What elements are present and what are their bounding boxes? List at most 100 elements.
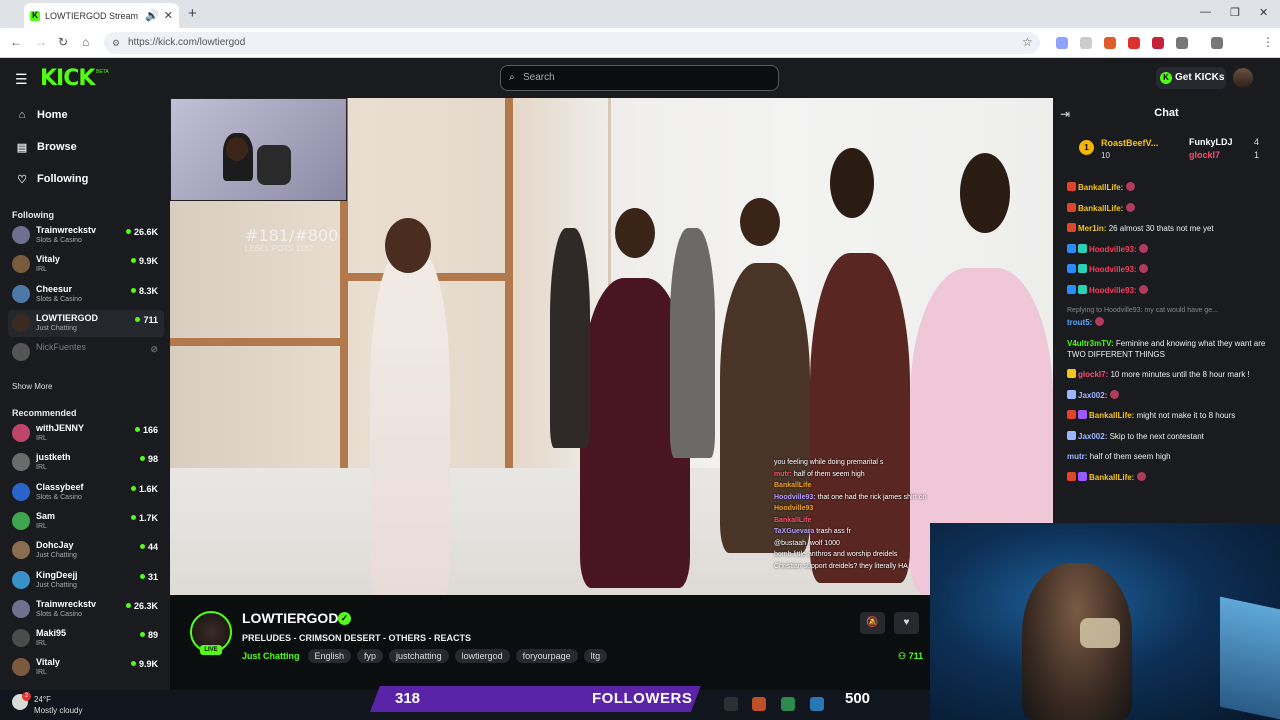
chat-username[interactable]: Hoodville93:: [1089, 286, 1137, 295]
chat-emote-icon: [1094, 317, 1104, 326]
streamer-name[interactable]: LOWTIERGOD: [242, 610, 338, 626]
chat-badge-icon: [1067, 369, 1076, 378]
speaker-icon[interactable]: 🔊: [145, 9, 159, 22]
sidebar-channel[interactable]: justketh IRL 98: [8, 449, 164, 476]
taskbar-app-icon[interactable]: [781, 697, 795, 711]
chat-message[interactable]: Jax002: Skip to the next contestant: [1067, 430, 1272, 442]
chat-username[interactable]: Hoodville93:: [1089, 245, 1137, 254]
leaderboard-user[interactable]: glockl7: [1189, 150, 1220, 160]
sidebar-nav-browse[interactable]: ▤ Browse: [16, 138, 77, 156]
sidebar-channel[interactable]: Vitaly IRL 9.9K: [8, 654, 164, 681]
chat-message[interactable]: glockl7: 10 more minutes until the 8 hou…: [1067, 369, 1272, 380]
new-tab-button[interactable]: +: [188, 5, 197, 22]
reload-icon[interactable]: ↻: [58, 35, 68, 49]
tab-search-icon[interactable]: [1211, 37, 1223, 49]
viewer-count-value: 166: [142, 425, 158, 435]
chat-username[interactable]: BankallLife:: [1089, 473, 1134, 482]
chat-username[interactable]: BankallLife:: [1078, 183, 1123, 192]
puzzle-icon[interactable]: [1176, 37, 1188, 49]
mute-notifications-icon[interactable]: 🔕: [860, 612, 885, 634]
close-tab-icon[interactable]: ✕: [164, 9, 173, 22]
channel-name: NickFuentes: [36, 342, 87, 353]
get-kicks-button[interactable]: K Get KICKs: [1156, 67, 1226, 89]
chat-message[interactable]: Jax002:: [1067, 389, 1272, 401]
browser-tab[interactable]: K LOWTIERGOD Stream - Wat 🔊 ✕: [24, 3, 179, 28]
stream-tag[interactable]: lowtiergod: [454, 649, 510, 663]
close-window-icon[interactable]: ✕: [1259, 6, 1268, 19]
sidebar-channel[interactable]: Vitaly IRL 9.9K: [8, 251, 164, 278]
chat-username[interactable]: glockl7:: [1078, 370, 1108, 379]
browse-icon: ▤: [16, 141, 28, 154]
sidebar-channel[interactable]: LOWTIERGOD Just Chatting 711: [8, 309, 164, 337]
extension-icon[interactable]: [1104, 37, 1116, 49]
chat-message[interactable]: Hoodville93:: [1067, 264, 1272, 275]
sidebar-channel[interactable]: DohcJay Just Chatting 44: [8, 537, 164, 564]
sidebar-channel[interactable]: Sam IRL 1.7K: [8, 508, 164, 535]
chat-username[interactable]: mutr:: [1067, 452, 1087, 461]
sidebar-channel[interactable]: Maki95 IRL 89: [8, 625, 164, 652]
sidebar-channel[interactable]: Classybeef Slots & Casino 1.6K: [8, 479, 164, 506]
show-more-button[interactable]: Show More: [12, 382, 52, 391]
bookmark-star-icon[interactable]: ☆: [1022, 35, 1033, 49]
maximize-icon[interactable]: ❐: [1230, 6, 1240, 19]
sidebar-channel[interactable]: Trainwreckstv Slots & Casino 26.6K: [8, 222, 164, 249]
chat-username[interactable]: Jax002:: [1078, 432, 1107, 441]
stream-tag[interactable]: foryourpage: [515, 649, 578, 663]
sidebar-nav-following[interactable]: ♡ Following: [16, 170, 88, 188]
video-player[interactable]: #181/#800 LEBEL POTS 1182 you feeling wh…: [170, 98, 1053, 595]
sidebar-nav-home[interactable]: ⌂ Home: [16, 106, 68, 124]
url-field[interactable]: ⚙ https://kick.com/lowtiergod: [104, 32, 1040, 54]
chat-message[interactable]: Hoodville93:: [1067, 243, 1272, 255]
chat-message[interactable]: BankallLife:: [1067, 471, 1272, 483]
sidebar-channel[interactable]: NickFuentes ⊘: [8, 339, 164, 366]
extension-icon[interactable]: [1152, 37, 1164, 49]
chat-message[interactable]: mutr: half of them seem high: [1067, 451, 1272, 462]
follower-goal-target: 500: [845, 690, 871, 707]
sidebar-channel[interactable]: Cheesur Slots & Casino 8.3K: [8, 281, 164, 308]
stream-tag[interactable]: ltg: [583, 649, 608, 663]
stream-tag[interactable]: justchatting: [389, 649, 449, 663]
leaderboard-user[interactable]: RoastBeefV...: [1101, 138, 1158, 148]
menu-icon[interactable]: ☰: [15, 71, 28, 88]
minimize-icon[interactable]: —: [1200, 6, 1211, 18]
extension-icon[interactable]: [1080, 37, 1092, 49]
taskbar-app-icon[interactable]: [724, 697, 738, 711]
chat-message[interactable]: Hoodville93:: [1067, 284, 1272, 296]
leaderboard-user[interactable]: FunkyLDJ: [1189, 137, 1233, 147]
back-icon[interactable]: ←: [10, 35, 22, 49]
chat-username[interactable]: BankallLife:: [1089, 411, 1134, 420]
search-input[interactable]: ⌕ Search: [500, 65, 779, 91]
chat-message[interactable]: Mer1in: 26 almost 30 thats not me yet: [1067, 223, 1272, 234]
sidebar-channel[interactable]: KingDeejj Just Chatting 31: [8, 567, 164, 594]
chat-message[interactable]: V4ultr3mTV: Feminine and knowing what th…: [1067, 338, 1272, 360]
taskbar-app-icon[interactable]: [810, 697, 824, 711]
chat-message[interactable]: BankallLife:: [1067, 182, 1272, 193]
sidebar-channel[interactable]: Trainwreckstv Slots & Casino 26.3K: [8, 596, 164, 623]
site-info-icon[interactable]: ⚙: [112, 32, 120, 54]
sidebar-channel[interactable]: withJENNY IRL 166: [8, 420, 164, 447]
chat-message[interactable]: BankallLife: might not make it to 8 hour…: [1067, 410, 1272, 421]
extension-icon[interactable]: [1056, 37, 1068, 49]
stream-tag[interactable]: fyp: [357, 649, 384, 663]
user-avatar[interactable]: [1233, 68, 1253, 88]
extension-icon[interactable]: [1128, 37, 1140, 49]
home-icon[interactable]: ⌂: [82, 35, 89, 49]
chat-username[interactable]: Mer1in:: [1078, 224, 1106, 233]
chat-username[interactable]: Jax002:: [1078, 391, 1107, 400]
taskbar-app-icon[interactable]: [752, 697, 766, 711]
stream-category-link[interactable]: Just Chatting: [242, 651, 300, 661]
chat-username[interactable]: trout5:: [1067, 318, 1092, 327]
kick-logo[interactable]: KICK: [40, 66, 95, 91]
stream-tag[interactable]: English: [307, 649, 352, 663]
chat-username[interactable]: V4ultr3mTV:: [1067, 339, 1114, 348]
chat-username[interactable]: Hoodville93:: [1089, 265, 1137, 274]
chat-emote-icon: [1125, 182, 1135, 191]
chat-username[interactable]: BankallLife:: [1078, 204, 1123, 213]
browser-menu-icon[interactable]: ⋮: [1262, 35, 1274, 49]
channel-name: Maki95: [36, 628, 67, 639]
follow-heart-icon[interactable]: ♥: [894, 612, 919, 634]
forward-icon[interactable]: →: [35, 35, 47, 49]
chat-message[interactable]: Replying to Hoodville93: my cat would ha…: [1067, 305, 1272, 328]
chat-message[interactable]: BankallLife:: [1067, 202, 1272, 214]
nav-label: Browse: [37, 141, 77, 153]
